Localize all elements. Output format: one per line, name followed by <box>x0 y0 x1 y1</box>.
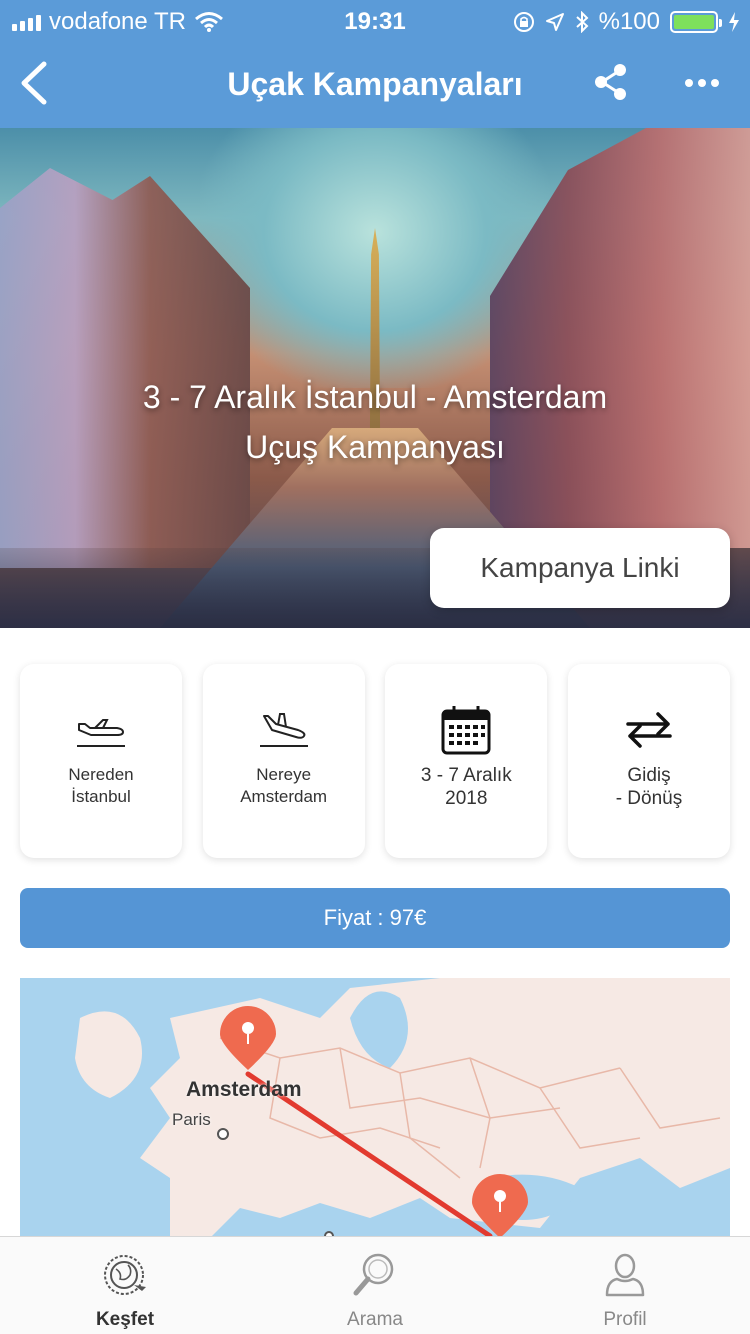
map-label-paris: Paris <box>172 1110 211 1129</box>
tab-discover[interactable]: Keşfet <box>0 1237 250 1334</box>
tab-search[interactable]: Arama <box>250 1237 500 1334</box>
hero-headline: 3 - 7 Aralık İstanbul - Amsterdam Uçuş K… <box>0 372 750 472</box>
calendar-icon <box>385 700 547 760</box>
battery-icon <box>670 11 722 33</box>
search-icon <box>353 1253 394 1296</box>
plane-landing-icon <box>203 700 365 760</box>
price-button[interactable]: Fiyat : 97€ <box>20 888 730 948</box>
status-right: %100 <box>513 8 740 36</box>
card-trip-type-line2: - Dönüş <box>615 788 683 809</box>
map-canvas <box>20 978 730 1238</box>
card-to-value: Amsterdam <box>240 787 328 806</box>
card-dates-text: 3 - 7 Aralık 2018 <box>385 764 547 810</box>
card-from-text: Nereden İstanbul <box>20 764 182 808</box>
round-trip-icon <box>568 700 730 760</box>
battery-percent: %100 <box>598 8 660 35</box>
tab-profile-label: Profil <box>603 1309 647 1330</box>
card-trip-type-line1: Gidiş <box>627 765 671 786</box>
card-from-value: İstanbul <box>71 787 131 806</box>
flight-info-cards: Nereden İstanbul Nereye Amsterdam 3 - 7 … <box>20 664 730 858</box>
card-trip-type-text: Gidiş - Dönüş <box>568 764 730 810</box>
tab-profile[interactable]: Profil <box>500 1237 750 1334</box>
campaign-link-button[interactable]: Kampanya Linki <box>430 528 730 608</box>
card-dates-range: 3 - 7 Aralık <box>420 765 512 786</box>
hero-banner: 3 - 7 Aralık İstanbul - Amsterdam Uçuş K… <box>0 128 750 628</box>
rotation-lock-icon <box>513 12 534 32</box>
card-trip-type[interactable]: Gidiş - Dönüş <box>567 664 730 858</box>
plane-takeoff-icon <box>20 700 182 760</box>
bluetooth-icon <box>575 11 589 33</box>
hero-headline-line1: 3 - 7 Aralık İstanbul - Amsterdam <box>142 379 608 415</box>
card-dates-year: 2018 <box>445 788 488 809</box>
share-icon[interactable] <box>592 62 628 102</box>
user-icon <box>605 1253 645 1297</box>
route-map[interactable]: Amsterdam Paris <box>20 978 730 1238</box>
status-bar: vodafone TR 19:31 %100 <box>0 0 750 40</box>
map-label-amsterdam: Amsterdam <box>186 1078 302 1101</box>
location-arrow-icon <box>545 13 564 31</box>
tab-discover-label: Keşfet <box>95 1309 155 1330</box>
card-from[interactable]: Nereden İstanbul <box>20 664 182 858</box>
more-dots-icon[interactable] <box>684 78 720 88</box>
tab-search-label: Arama <box>347 1309 403 1330</box>
card-dates[interactable]: 3 - 7 Aralık 2018 <box>385 664 548 858</box>
page-title: Uçak Kampanyaları <box>227 66 523 102</box>
card-to-label: Nereye <box>256 765 312 784</box>
card-to-text: Nereye Amsterdam <box>203 764 365 808</box>
charging-bolt-icon <box>729 12 739 32</box>
tab-bar: Keşfet Arama Profil <box>0 1236 750 1334</box>
top-bar: vodafone TR 19:31 %100 Uçak Kampanyaları <box>0 0 750 128</box>
card-from-label: Nereden <box>68 765 134 784</box>
card-to[interactable]: Nereye Amsterdam <box>202 664 365 858</box>
nav-bar: Uçak Kampanyaları <box>0 40 750 128</box>
globe-plane-icon <box>104 1255 146 1295</box>
hero-headline-line2: Uçuş Kampanyası <box>245 429 505 465</box>
